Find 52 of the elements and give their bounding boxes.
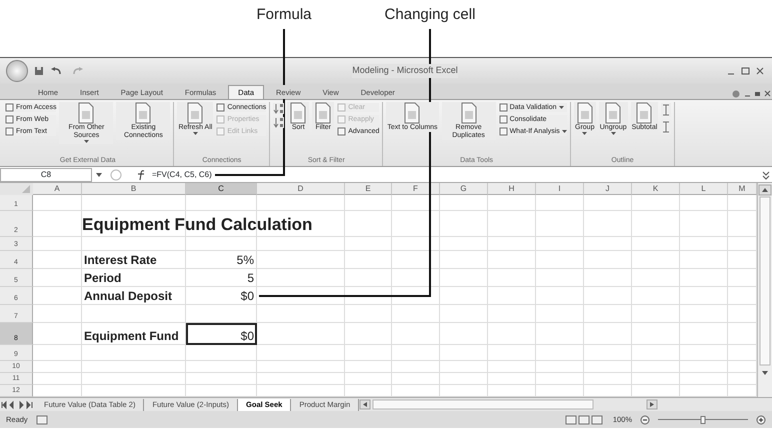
column-header[interactable]: M	[728, 183, 757, 195]
column-header[interactable]: C	[186, 183, 257, 195]
caret-icon	[84, 140, 89, 144]
column-header[interactable]: A	[33, 183, 82, 195]
caret-icon	[582, 132, 588, 136]
window-controls-icon[interactable]	[726, 66, 766, 76]
caret-icon	[558, 106, 564, 110]
formula-input[interactable]: =FV(C4, C5, C6)	[148, 168, 212, 180]
row-label: Annual Deposit	[83, 288, 174, 305]
column-header[interactable]: H	[488, 183, 536, 195]
column-header[interactable]: I	[536, 183, 584, 195]
column-header[interactable]: F	[392, 183, 440, 195]
table-cell-text: 5%	[236, 252, 255, 269]
column-header[interactable]: K	[632, 183, 680, 195]
macro-record-icon[interactable]	[36, 414, 48, 424]
table-cell-text: 5	[246, 270, 255, 287]
zoom-in-icon[interactable]	[756, 414, 766, 424]
sheet-title: Equipment Fund Calculation	[82, 214, 312, 236]
sort-button[interactable]	[273, 103, 284, 114]
outline-icon	[661, 120, 672, 134]
caret-icon	[562, 130, 567, 134]
caret-icon	[192, 132, 198, 136]
column-header[interactable]: D	[257, 183, 345, 195]
row-label: Period	[83, 270, 122, 287]
outline-button[interactable]	[661, 103, 672, 117]
zoom-out-icon[interactable]	[640, 414, 650, 424]
column-header[interactable]: B	[82, 183, 186, 195]
sort-icon	[273, 117, 284, 128]
save-icon[interactable]	[34, 66, 44, 76]
table-cell-text: $0	[240, 288, 255, 305]
active-cell[interactable]: $0	[186, 323, 257, 345]
outline-button[interactable]	[661, 120, 672, 134]
column-header[interactable]: L	[680, 183, 728, 195]
workbook-controls-icon[interactable]	[732, 89, 772, 99]
caret-icon	[610, 132, 616, 136]
zoom-slider-thumb[interactable]	[700, 416, 706, 424]
callout-label: Formula	[256, 5, 312, 25]
view-buttons-icon[interactable]	[564, 414, 605, 424]
column-header[interactable]: G	[440, 183, 488, 195]
caret-icon[interactable]	[96, 172, 102, 176]
callout-label: Changing cell	[384, 5, 476, 25]
column-header[interactable]: J	[584, 183, 632, 195]
office-button[interactable]	[6, 60, 28, 82]
sort-icon	[273, 103, 284, 114]
sort-button[interactable]	[273, 117, 284, 128]
row-label: Equipment Fund	[83, 328, 180, 345]
column-header[interactable]: E	[345, 183, 392, 195]
row-label: Interest Rate	[83, 252, 158, 269]
window-title: Modeling - Microsoft Excel	[352, 64, 458, 78]
expand-icon[interactable]	[760, 168, 772, 180]
outline-icon	[661, 103, 672, 117]
name-box[interactable]: C8	[0, 168, 92, 182]
